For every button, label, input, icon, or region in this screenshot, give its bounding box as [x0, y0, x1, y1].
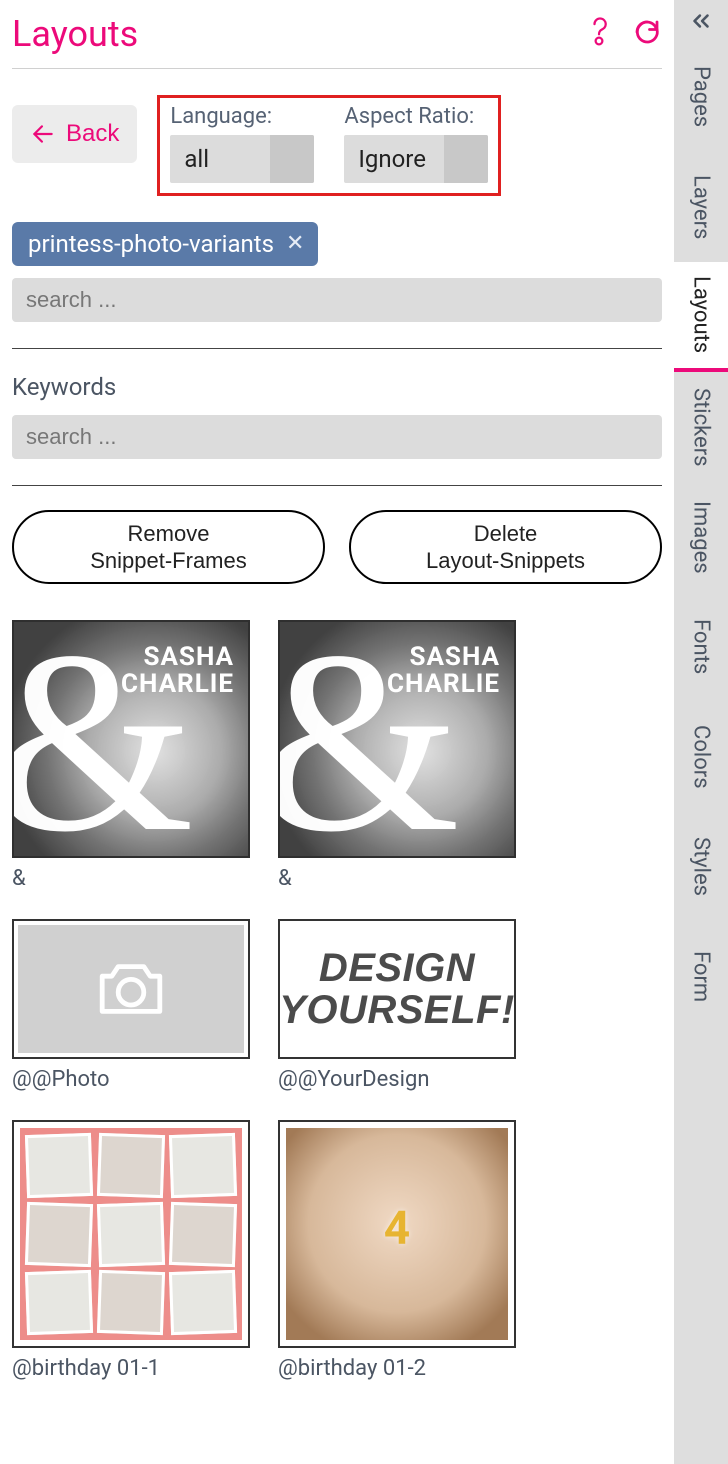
- thumbnail-name1: SASHA: [104, 644, 234, 671]
- camera-icon: [91, 957, 171, 1021]
- language-select-value: all: [170, 145, 270, 173]
- layout-item-label: @birthday 01-2: [278, 1356, 516, 1381]
- thumbnail-text: SASHA &CHARLIE: [370, 644, 500, 699]
- rail-tab-styles[interactable]: Styles: [674, 812, 728, 922]
- layout-thumbnail: & SASHA &CHARLIE: [12, 620, 250, 858]
- back-button[interactable]: Back: [12, 105, 137, 163]
- layout-thumbnail: [12, 919, 250, 1059]
- chevron-down-icon: [444, 135, 488, 183]
- aspect-filter-label: Aspect Ratio:: [344, 104, 488, 129]
- layout-item-label: &: [278, 866, 516, 891]
- layout-thumbnail: [12, 1120, 250, 1348]
- active-tags: printess-photo-variants ✕: [12, 222, 662, 266]
- thumbnail-name2: CHARLIE: [387, 669, 500, 699]
- layout-thumbnail: 4: [278, 1120, 516, 1348]
- back-button-label: Back: [66, 120, 119, 148]
- layouts-search-input[interactable]: [12, 278, 662, 322]
- panel-header-actions: [584, 14, 662, 54]
- layout-thumbnail: DESIGN YOURSELF!: [278, 919, 516, 1059]
- remove-tag-icon[interactable]: ✕: [286, 233, 304, 255]
- design-line1: DESIGN: [279, 947, 515, 989]
- layout-item[interactable]: & SASHA &CHARLIE &: [12, 620, 250, 891]
- layout-item[interactable]: 4 @birthday 01-2: [278, 1120, 516, 1381]
- rail-tab-images[interactable]: Images: [674, 482, 728, 592]
- button-label-line1: Delete: [474, 520, 538, 548]
- panel-title: Layouts: [12, 13, 138, 55]
- aspect-select[interactable]: Ignore: [344, 135, 488, 183]
- help-icon[interactable]: [584, 14, 614, 54]
- remove-snippet-frames-button[interactable]: Remove Snippet-Frames: [12, 510, 325, 584]
- rail-tab-stickers[interactable]: Stickers: [674, 372, 728, 482]
- thumbnail-text: DESIGN YOURSELF!: [279, 947, 515, 1031]
- collapse-rail-button[interactable]: [674, 0, 728, 42]
- filter-tag: printess-photo-variants ✕: [12, 222, 318, 266]
- layout-item-label: @birthday 01-1: [12, 1356, 250, 1381]
- rail-tab-fonts[interactable]: Fonts: [674, 592, 728, 702]
- refresh-icon[interactable]: [632, 14, 662, 54]
- rail-tab-layers[interactable]: Layers: [674, 152, 728, 262]
- rail-tab-form[interactable]: Form: [674, 922, 728, 1032]
- layouts-panel: Layouts Back: [0, 0, 674, 1464]
- button-label-line2: Layout-Snippets: [426, 547, 585, 575]
- layout-item[interactable]: @birthday 01-1: [12, 1120, 250, 1381]
- layout-item[interactable]: & SASHA &CHARLIE &: [278, 620, 516, 891]
- divider: [12, 485, 662, 486]
- divider: [12, 348, 662, 349]
- side-tab-rail: Pages Layers Layouts Stickers Images Fon…: [674, 0, 728, 1464]
- thumbnail-and: &: [104, 676, 117, 695]
- button-label-line2: Snippet-Frames: [90, 547, 247, 575]
- language-select[interactable]: all: [170, 135, 314, 183]
- rail-tab-layouts[interactable]: Layouts: [674, 262, 728, 372]
- panel-separator: [12, 68, 662, 69]
- layout-item[interactable]: @@Photo: [12, 919, 250, 1092]
- keywords-label: Keywords: [12, 373, 662, 401]
- thumbnail-text: SASHA &CHARLIE: [104, 644, 234, 699]
- rail-tab-colors[interactable]: Colors: [674, 702, 728, 812]
- layout-item-label: &: [12, 866, 250, 891]
- aspect-filter: Aspect Ratio: Ignore: [344, 104, 488, 183]
- design-line2: YOURSELF!: [279, 989, 515, 1031]
- rail-tab-pages[interactable]: Pages: [674, 42, 728, 152]
- chevron-down-icon: [270, 135, 314, 183]
- thumbnail-and: &: [370, 676, 383, 695]
- aspect-select-value: Ignore: [344, 145, 444, 173]
- panel-header: Layouts: [12, 0, 662, 68]
- keywords-search-input[interactable]: [12, 415, 662, 459]
- thumbnail-name2: CHARLIE: [121, 669, 234, 699]
- filters-highlight-box: Language: all Aspect Ratio: Ignore: [157, 95, 501, 196]
- button-label-line1: Remove: [128, 520, 210, 548]
- filter-tag-label: printess-photo-variants: [28, 230, 274, 258]
- layouts-grid: & SASHA &CHARLIE & & SASHA &CHARLIE &: [12, 620, 662, 1381]
- layout-item-label: @@Photo: [12, 1067, 250, 1092]
- layout-item[interactable]: DESIGN YOURSELF! @@YourDesign: [278, 919, 516, 1092]
- language-filter-label: Language:: [170, 104, 314, 129]
- layout-thumbnail: & SASHA &CHARLIE: [278, 620, 516, 858]
- language-filter: Language: all: [170, 104, 314, 183]
- thumbnail-name1: SASHA: [370, 644, 500, 671]
- layout-item-label: @@YourDesign: [278, 1067, 516, 1092]
- candle-number: 4: [384, 1202, 410, 1256]
- delete-layout-snippets-button[interactable]: Delete Layout-Snippets: [349, 510, 662, 584]
